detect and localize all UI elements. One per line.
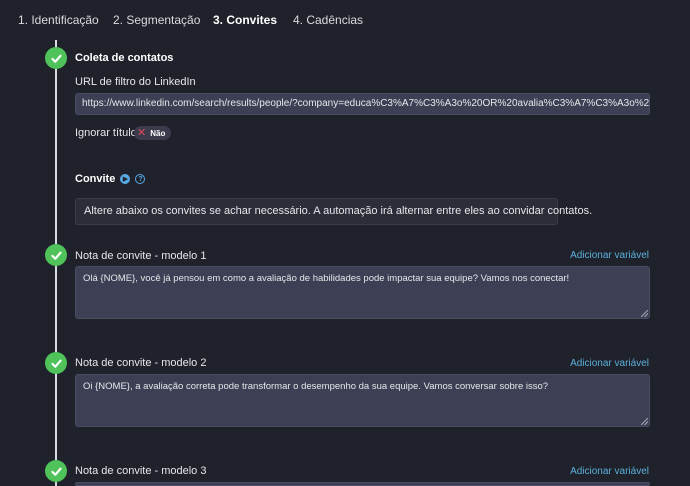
tab-segmentacao[interactable]: 2. Segmentação [113,13,200,27]
note-label-1: Nota de convite - modelo 1 [75,250,207,262]
add-variable-link-2[interactable]: Adicionar variável [570,358,649,369]
linkedin-url-input[interactable]: https://www.linkedin.com/search/results/… [75,93,650,115]
toggle-value: Não [150,128,166,138]
note-label-3: Nota de convite - modelo 3 [75,465,207,477]
add-variable-link-3[interactable]: Adicionar variável [570,466,649,477]
tab-identificacao[interactable]: 1. Identificação [18,13,99,27]
step-tabs: 1. Identificação 2. Segmentação 3. Convi… [0,0,690,40]
tab-convites[interactable]: 3. Convites [213,13,277,27]
resize-handle[interactable] [641,310,648,317]
note-text-1: Olá {NOME}, você já pensou em como a ava… [83,273,570,284]
note-textarea-1[interactable]: Olá {NOME}, você já pensou em como a ava… [75,266,650,319]
close-icon: ✕ [137,126,147,139]
convite-info: Altere abaixo os convites se achar neces… [75,198,592,225]
note-text-2: Oi {NOME}, a avaliação correta pode tran… [83,381,549,392]
check-icon [45,460,67,482]
tab-cadencias[interactable]: 4. Cadências [293,13,363,27]
convite-title: Convite [75,173,116,185]
url-label: URL de filtro do LinkedIn [75,76,196,88]
note-textarea-3[interactable] [75,482,650,486]
add-variable-link-1[interactable]: Adicionar variável [570,250,649,261]
ignore-title-toggle[interactable]: ✕ Não [134,126,172,140]
convite-heading: Convite ▶ ? [75,173,146,185]
play-icon[interactable]: ▶ [120,174,131,185]
coleta-title: Coleta de contatos [75,52,174,64]
ignore-title-label: Ignorar título [75,127,137,139]
check-icon [45,47,67,69]
note-textarea-2[interactable]: Oi {NOME}, a avaliação correta pode tran… [75,374,650,427]
check-icon [45,244,67,266]
help-icon[interactable]: ? [135,174,146,185]
check-icon [45,352,67,374]
resize-handle[interactable] [641,418,648,425]
note-label-2: Nota de convite - modelo 2 [75,357,207,369]
